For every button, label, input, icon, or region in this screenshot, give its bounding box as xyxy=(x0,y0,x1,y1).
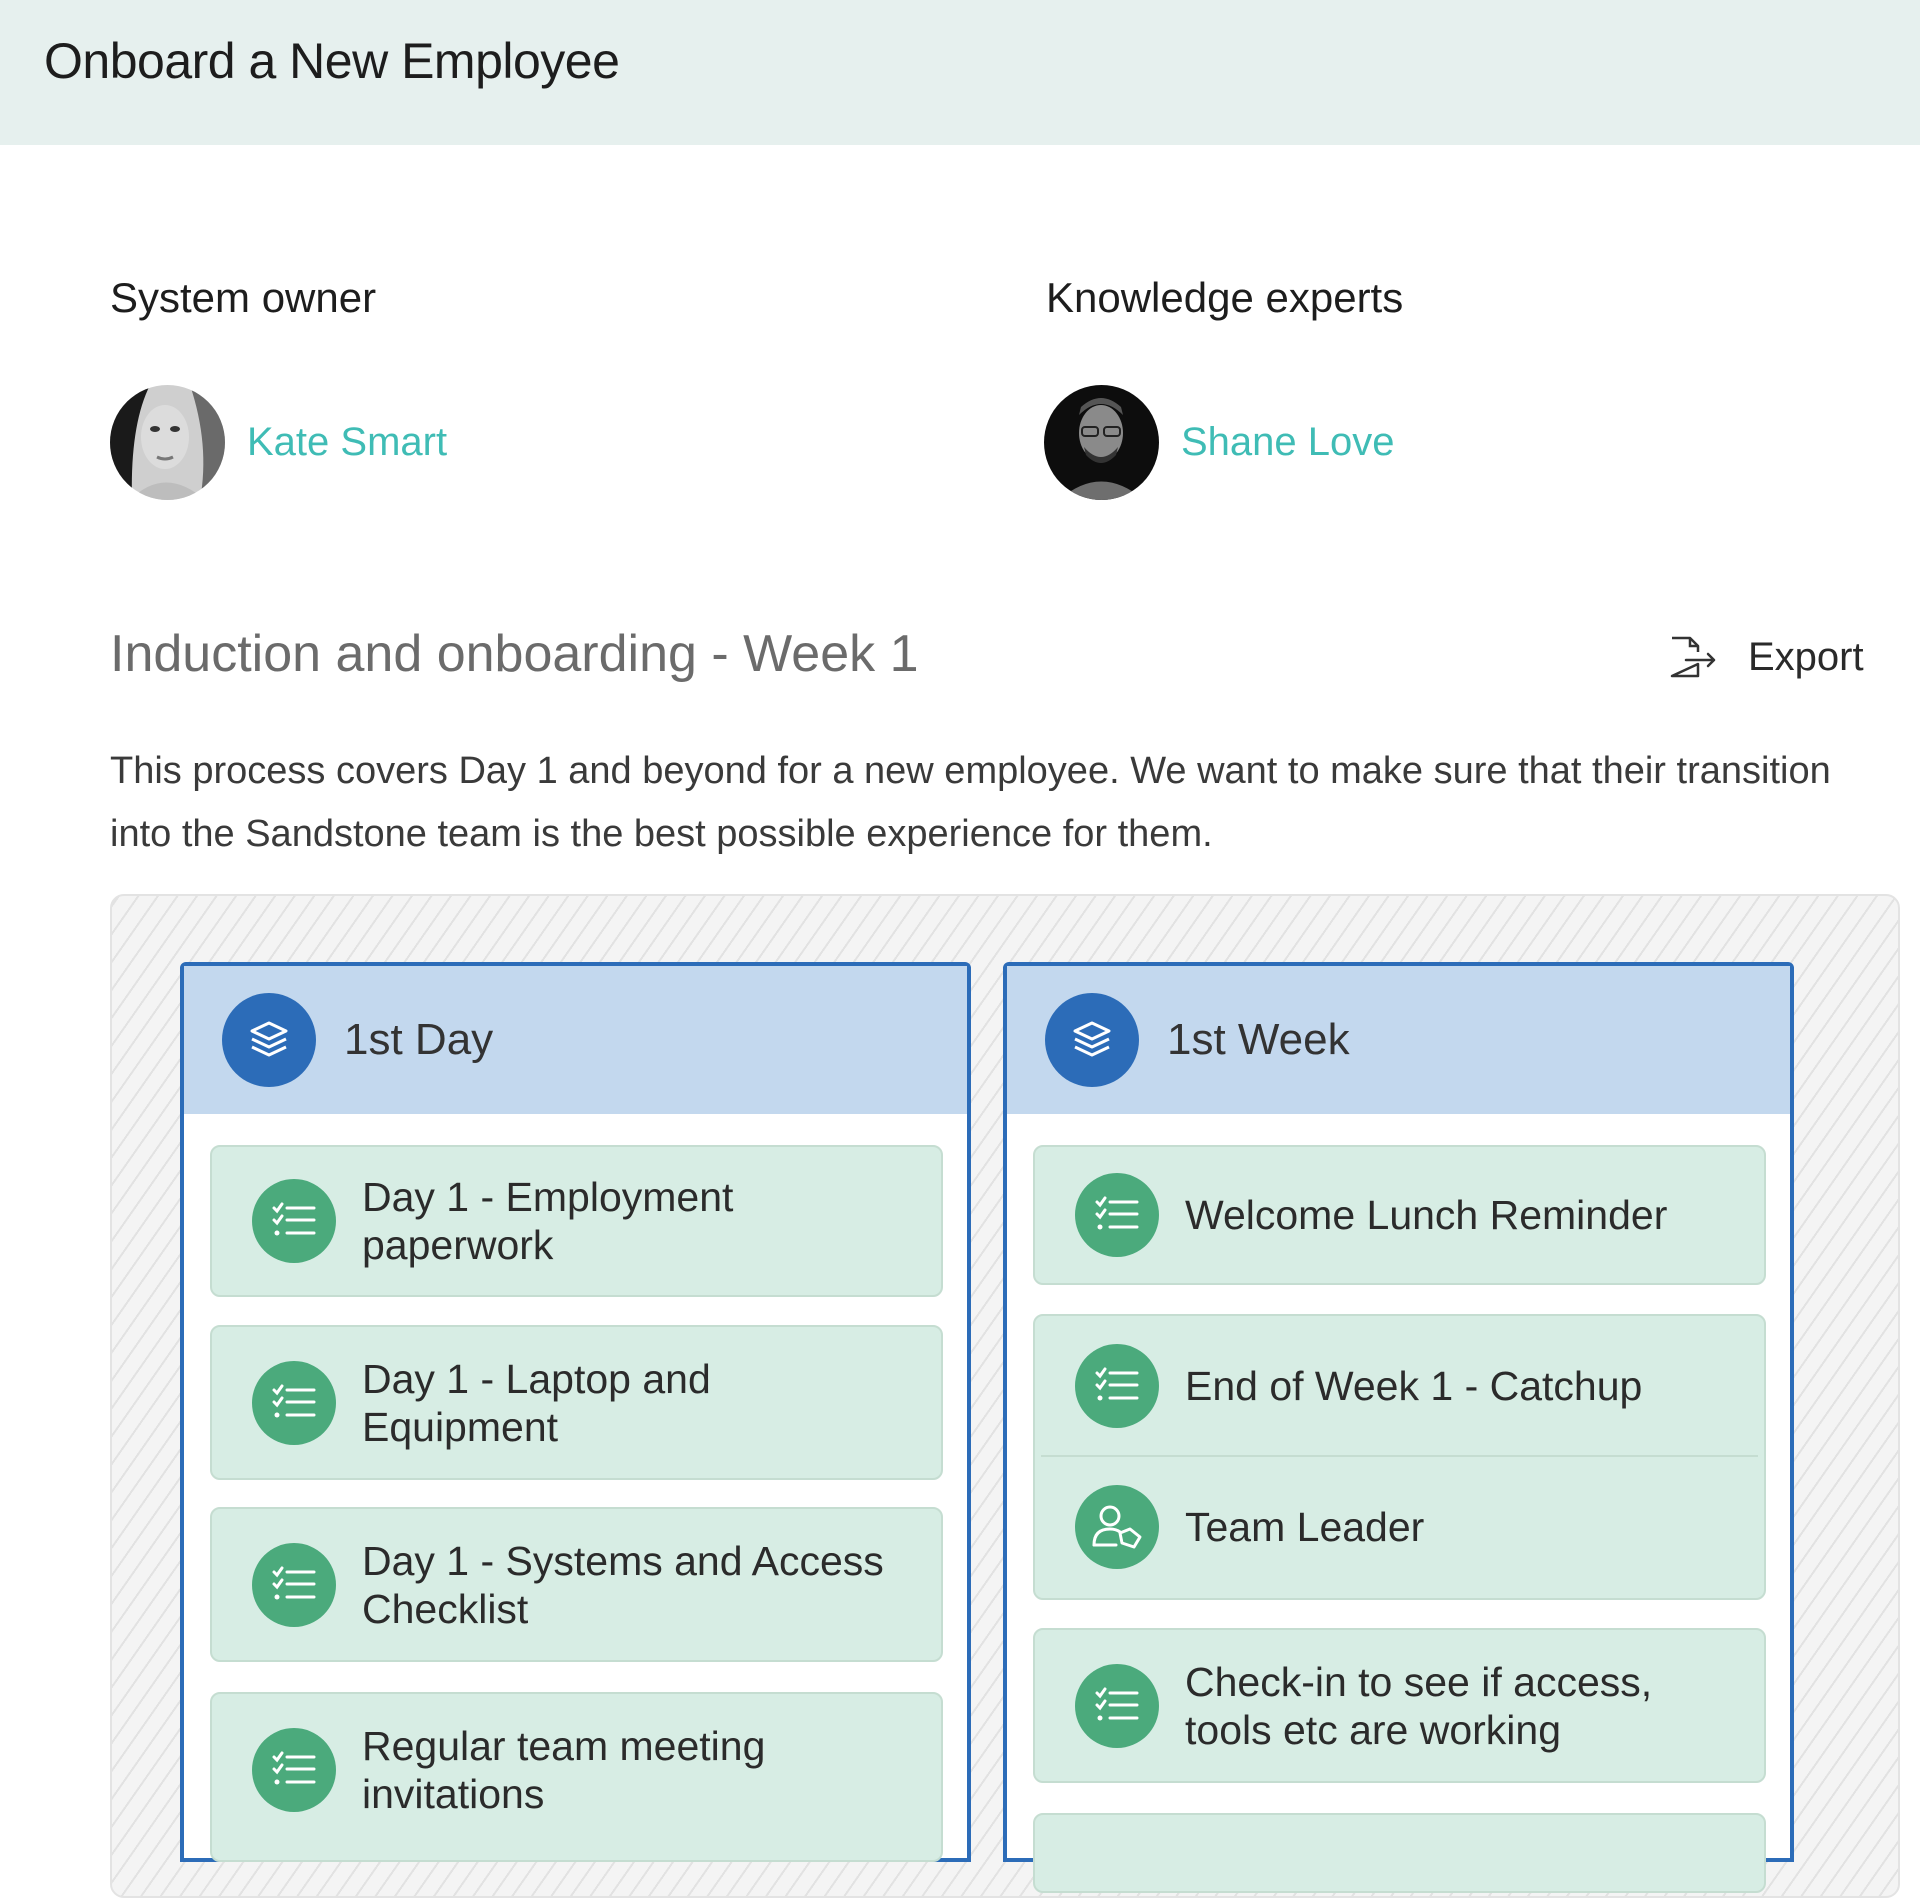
lane-title: 1st Week xyxy=(1167,1015,1350,1064)
checklist-icon xyxy=(1075,1343,1159,1428)
checklist-icon xyxy=(1075,1663,1159,1748)
checklist-icon xyxy=(1075,1173,1159,1257)
activity-card[interactable]: Day 1 - Employment paperwork xyxy=(210,1145,943,1297)
knowledge-experts-label: Knowledge experts xyxy=(1046,274,1404,321)
activity-card[interactable] xyxy=(1033,1813,1766,1893)
lane-header[interactable]: 1st Day xyxy=(184,966,967,1114)
knowledge-expert[interactable]: Shane Love xyxy=(1044,385,1395,500)
card-text: Day 1 - Systems and Access Checklist xyxy=(362,1537,884,1632)
knowledge-expert-name[interactable]: Shane Love xyxy=(1181,420,1395,465)
activity-card[interactable]: Welcome Lunch Reminder xyxy=(1033,1145,1766,1285)
card-text: Day 1 - Employment paperwork xyxy=(362,1174,734,1268)
activity-card[interactable]: End of Week 1 - Catchup Team Leader xyxy=(1033,1314,1766,1600)
layers-icon xyxy=(1045,993,1139,1087)
activity-card[interactable]: Check-in to see if access, tools etc are… xyxy=(1033,1628,1766,1783)
system-owner[interactable]: Kate Smart xyxy=(110,385,447,500)
checklist-icon xyxy=(252,1727,336,1812)
activity-card[interactable]: Regular team meeting invitations xyxy=(210,1692,943,1862)
role-text: Team Leader xyxy=(1185,1503,1425,1550)
role-icon xyxy=(1075,1484,1159,1569)
section-title: Induction and onboarding - Week 1 xyxy=(110,625,919,683)
export-label: Export xyxy=(1748,634,1864,679)
card-text: Day 1 - Laptop and Equipment xyxy=(362,1355,711,1450)
role-row[interactable]: Team Leader xyxy=(1035,1457,1764,1596)
system-owner-label: System owner xyxy=(110,274,377,321)
checklist-icon xyxy=(252,1179,336,1263)
card-text: Welcome Lunch Reminder xyxy=(1185,1192,1668,1238)
export-button[interactable]: Export xyxy=(1668,634,1864,680)
activity-card[interactable]: Day 1 - Systems and Access Checklist xyxy=(210,1507,943,1662)
lane-header[interactable]: 1st Week xyxy=(1007,966,1790,1114)
activity-card[interactable]: Day 1 - Laptop and Equipment xyxy=(210,1325,943,1480)
lane-title: 1st Day xyxy=(344,1015,494,1064)
card-text: End of Week 1 - Catchup xyxy=(1185,1362,1643,1409)
page-header: Onboard a New Employee xyxy=(0,0,1920,145)
avatar xyxy=(110,385,225,500)
card-text: Check-in to see if access, tools etc are… xyxy=(1185,1658,1653,1753)
avatar xyxy=(1044,385,1159,500)
lane-1st-day: 1st Day Day 1 - Employment paperwork Day… xyxy=(180,962,971,1862)
checklist-icon xyxy=(252,1360,336,1445)
export-icon xyxy=(1670,636,1716,678)
page-title: Onboard a New Employee xyxy=(44,33,620,89)
lane-1st-week: 1st Week Welcome Lunch Reminder End of W… xyxy=(1003,962,1794,1893)
system-owner-name[interactable]: Kate Smart xyxy=(247,420,447,465)
layers-icon xyxy=(222,993,316,1087)
checklist-icon xyxy=(252,1542,336,1627)
process-description: This process covers Day 1 and beyond for… xyxy=(110,750,1831,855)
card-text: Regular team meeting invitations xyxy=(362,1722,766,1817)
